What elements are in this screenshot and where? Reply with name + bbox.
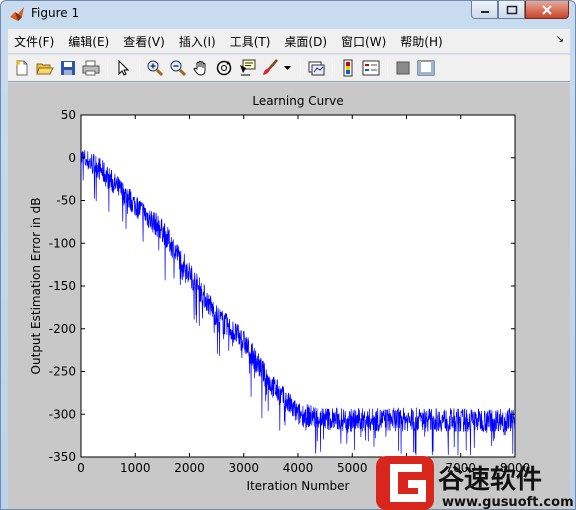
y-tick-label: -350 [49, 450, 76, 464]
y-tick-label: -150 [49, 279, 76, 293]
watermark: 谷速软件 www.gusuoft.com [372, 452, 576, 510]
y-tick-label: -300 [49, 407, 76, 421]
gusu-logo: 谷速软件 www.gusuoft.com [376, 456, 574, 510]
y-tick-label: -100 [49, 236, 76, 250]
x-tick-label: 4000 [283, 461, 314, 475]
x-tick-label: 1000 [120, 461, 151, 475]
y-tick-label: 50 [61, 108, 76, 122]
y-tick-label: -200 [49, 322, 76, 336]
x-tick-label: 5000 [337, 461, 368, 475]
y-axis-label: Output Estimation Error in dB [29, 198, 43, 375]
x-axis-label: Iteration Number [247, 479, 350, 493]
y-tick-label: -250 [49, 365, 76, 379]
watermark-url: www.gusuoft.com [442, 495, 574, 510]
watermark-name: 谷速软件 [438, 465, 542, 495]
y-tick-label: -50 [56, 194, 76, 208]
y-tick-label: 0 [68, 151, 76, 165]
chart-title: Learning Curve [252, 94, 343, 108]
learning-curve-plot: 010002000300040005000600070008000500-50-… [29, 94, 530, 493]
x-tick-label: 3000 [228, 461, 259, 475]
x-tick-label: 0 [77, 461, 85, 475]
x-tick-label: 2000 [174, 461, 205, 475]
